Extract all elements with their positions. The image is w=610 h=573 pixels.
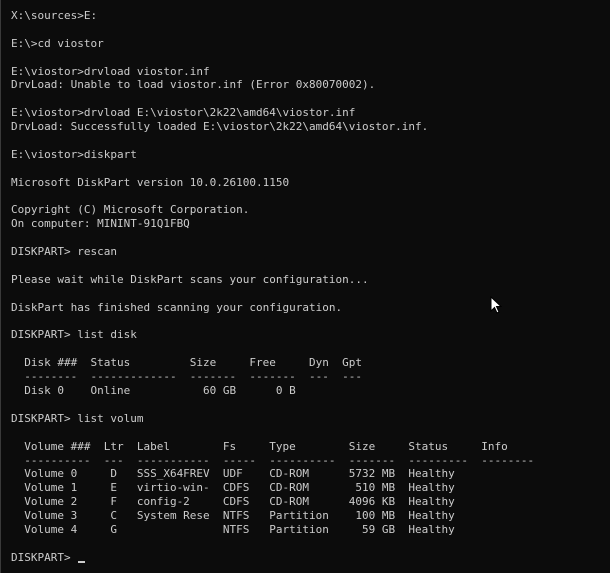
console-line: Volume 4 G NTFS Partition 59 GB Healthy — [11, 523, 534, 537]
console-line: Microsoft DiskPart version 10.0.26100.11… — [11, 176, 534, 190]
console-line: E:\viostor>diskpart — [11, 148, 534, 162]
console-line: DrvLoad: Unable to load viostor.inf (Err… — [11, 78, 534, 92]
console-line-text: Volume 1 E virtio-win- CDFS CD-ROM 510 M… — [11, 481, 455, 495]
console-line: E:\viostor>drvload E:\viostor\2k22\amd64… — [11, 106, 534, 120]
console-line: Volume 0 D SSS_X64FREV UDF CD-ROM 5732 M… — [11, 467, 534, 481]
console-line-text: Volume 4 G NTFS Partition 59 GB Healthy — [11, 522, 455, 536]
console-line-text: DISKPART> — [11, 550, 78, 564]
console-line-text: Volume 3 C System Rese NTFS Partition 10… — [11, 509, 455, 523]
console-line-text: E:\viostor>diskpart — [11, 147, 137, 161]
console-line-text: Copyright (C) Microsoft Corporation. — [11, 203, 250, 217]
console-line: DISKPART> list disk — [11, 328, 534, 342]
console-line-text: On computer: MININT-91Q1FBQ — [11, 217, 190, 231]
console-line: ---------- --- ----------- ----- -------… — [11, 454, 534, 468]
console-line-text: DrvLoad: Unable to load viostor.inf (Err… — [11, 78, 376, 92]
console-line-text: E:\viostor>drvload E:\viostor\2k22\amd64… — [11, 106, 356, 120]
console-line: Volume 3 C System Rese NTFS Partition 10… — [11, 509, 534, 523]
console-line-text: Volume 2 F config-2 CDFS CD-ROM 4096 KB … — [11, 495, 455, 509]
console-line: E:\viostor>drvload viostor.inf — [11, 65, 534, 79]
console-window[interactable]: X:\sources>E: E:\>cd viostor E:\viostor>dr… — [0, 0, 610, 573]
console-line-text: DiskPart has finished scanning your conf… — [11, 300, 343, 314]
text-cursor-icon — [78, 560, 86, 563]
console-line-text: DrvLoad: Successfully loaded E:\viostor\… — [11, 120, 429, 134]
console-line-text: DISKPART> list volum — [11, 411, 144, 425]
console-line: Please wait while DiskPart scans your co… — [11, 273, 534, 287]
console-line-text: E:\>cd viostor — [11, 36, 104, 50]
console-output: X:\sources>E: E:\>cd viostor E:\viostor>dr… — [11, 9, 534, 565]
console-line: On computer: MININT-91Q1FBQ — [11, 217, 534, 231]
console-line: Volume ### Ltr Label Fs Type Size Status… — [11, 440, 534, 454]
console-line: E:\>cd viostor — [11, 37, 534, 51]
console-line-text: ---------- --- ----------- ----- -------… — [11, 453, 535, 467]
console-line: Volume 1 E virtio-win- CDFS CD-ROM 510 M… — [11, 481, 534, 495]
console-line-text: X:\sources>E: — [11, 9, 98, 22]
console-line-text: Disk 0 Online 60 GB 0 B — [11, 384, 296, 398]
console-line: DISKPART> rescan — [11, 245, 534, 259]
console-line-text: Volume ### Ltr Label Fs Type Size Status… — [11, 439, 508, 453]
console-line-text: Disk ### Status Size Free Dyn Gpt — [11, 356, 362, 370]
mouse-pointer-icon — [490, 296, 502, 314]
console-line: DrvLoad: Successfully loaded E:\viostor\… — [11, 120, 534, 134]
console-line: Copyright (C) Microsoft Corporation. — [11, 203, 534, 217]
console-line: DiskPart has finished scanning your conf… — [11, 301, 534, 315]
console-line-text: Volume 0 D SSS_X64FREV UDF CD-ROM 5732 M… — [11, 467, 455, 481]
console-line-text: Please wait while DiskPart scans your co… — [11, 272, 369, 286]
console-line: Disk 0 Online 60 GB 0 B — [11, 384, 534, 398]
console-line-text: DISKPART> list disk — [11, 328, 137, 342]
console-line: Volume 2 F config-2 CDFS CD-ROM 4096 KB … — [11, 495, 534, 509]
console-line-text: Microsoft DiskPart version 10.0.26100.11… — [11, 175, 290, 189]
console-line: -------- ------------- ------- ------- -… — [11, 370, 534, 384]
console-line: X:\sources>E: — [11, 9, 534, 23]
console-line: DISKPART> — [11, 551, 534, 565]
console-line: Disk ### Status Size Free Dyn Gpt — [11, 356, 534, 370]
console-line-text: DISKPART> rescan — [11, 245, 117, 259]
console-line-text: E:\viostor>drvload viostor.inf — [11, 64, 210, 78]
console-line: DISKPART> list volum — [11, 412, 534, 426]
console-line-text: -------- ------------- ------- ------- -… — [11, 370, 362, 384]
